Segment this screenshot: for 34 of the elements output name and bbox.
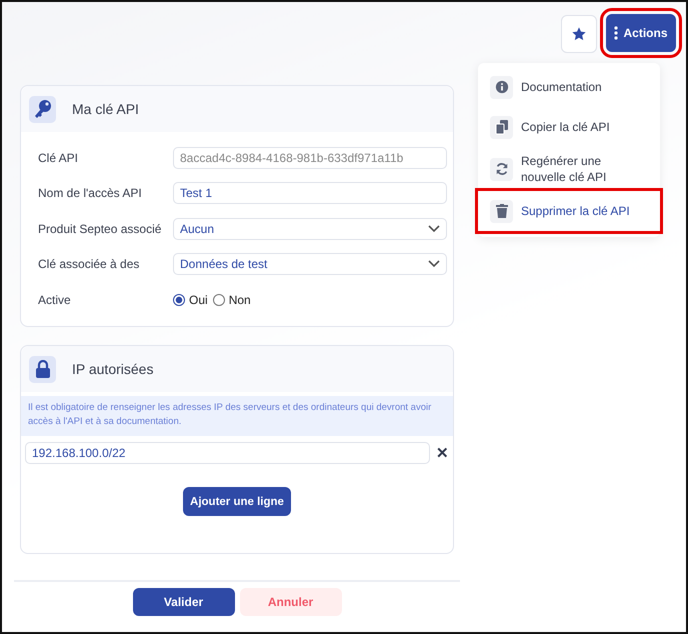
remove-button[interactable]: ✕	[436, 444, 449, 462]
refresh-icon	[494, 162, 508, 176]
chevron-down-icon	[428, 260, 440, 268]
field-label: Nom de l'accès API	[38, 186, 143, 200]
menu-item[interactable]: Supprimer la clé API	[478, 191, 660, 231]
menu-item[interactable]: Copier la clé API	[478, 107, 660, 147]
kebab-icon	[614, 26, 618, 40]
add-line-button[interactable]: Ajouter une ligne	[183, 487, 291, 516]
key-icon	[34, 99, 52, 119]
favorite-button[interactable]	[561, 15, 597, 53]
chevron-down-icon	[428, 224, 440, 233]
radio-option[interactable]: Oui	[173, 292, 208, 307]
api-key-field[interactable]: 8accad4c-8984-4168-981b-633df971a11b	[173, 146, 447, 169]
copy-icon	[494, 119, 508, 135]
select-field[interactable]: Données de test	[173, 253, 447, 276]
radio-option[interactable]: Non	[212, 292, 251, 307]
info-icon	[494, 80, 508, 94]
field-label: Clé API	[38, 150, 80, 165]
card-title: Ma clé API	[72, 101, 139, 117]
select-field[interactable]: Aucun	[173, 218, 447, 240]
ip-field[interactable]: 192.168.100.0/22	[25, 442, 430, 464]
menu-item[interactable]: Documentation	[478, 67, 660, 107]
star-icon	[571, 26, 587, 42]
field-label: Clé associée à des	[38, 257, 140, 272]
actions-button[interactable]: Actions	[606, 14, 676, 52]
lock-icon	[34, 360, 50, 378]
field-label: Produit Septeo associé	[38, 222, 162, 236]
menu-item[interactable]: Regénérer une nouvelle clé API	[478, 147, 660, 191]
field-label: Active	[38, 292, 72, 307]
validate-button[interactable]: Valider	[132, 588, 234, 616]
trash-icon	[496, 204, 508, 218]
text-field[interactable]: Test 1	[173, 182, 447, 204]
card-title: IP autorisées	[72, 361, 154, 377]
notice-text: Il est obligatoire de renseigner les adresses IP des serveurs et des ordinateurs qui devront avoir accès à l'API et à sa documentation.	[21, 396, 453, 436]
